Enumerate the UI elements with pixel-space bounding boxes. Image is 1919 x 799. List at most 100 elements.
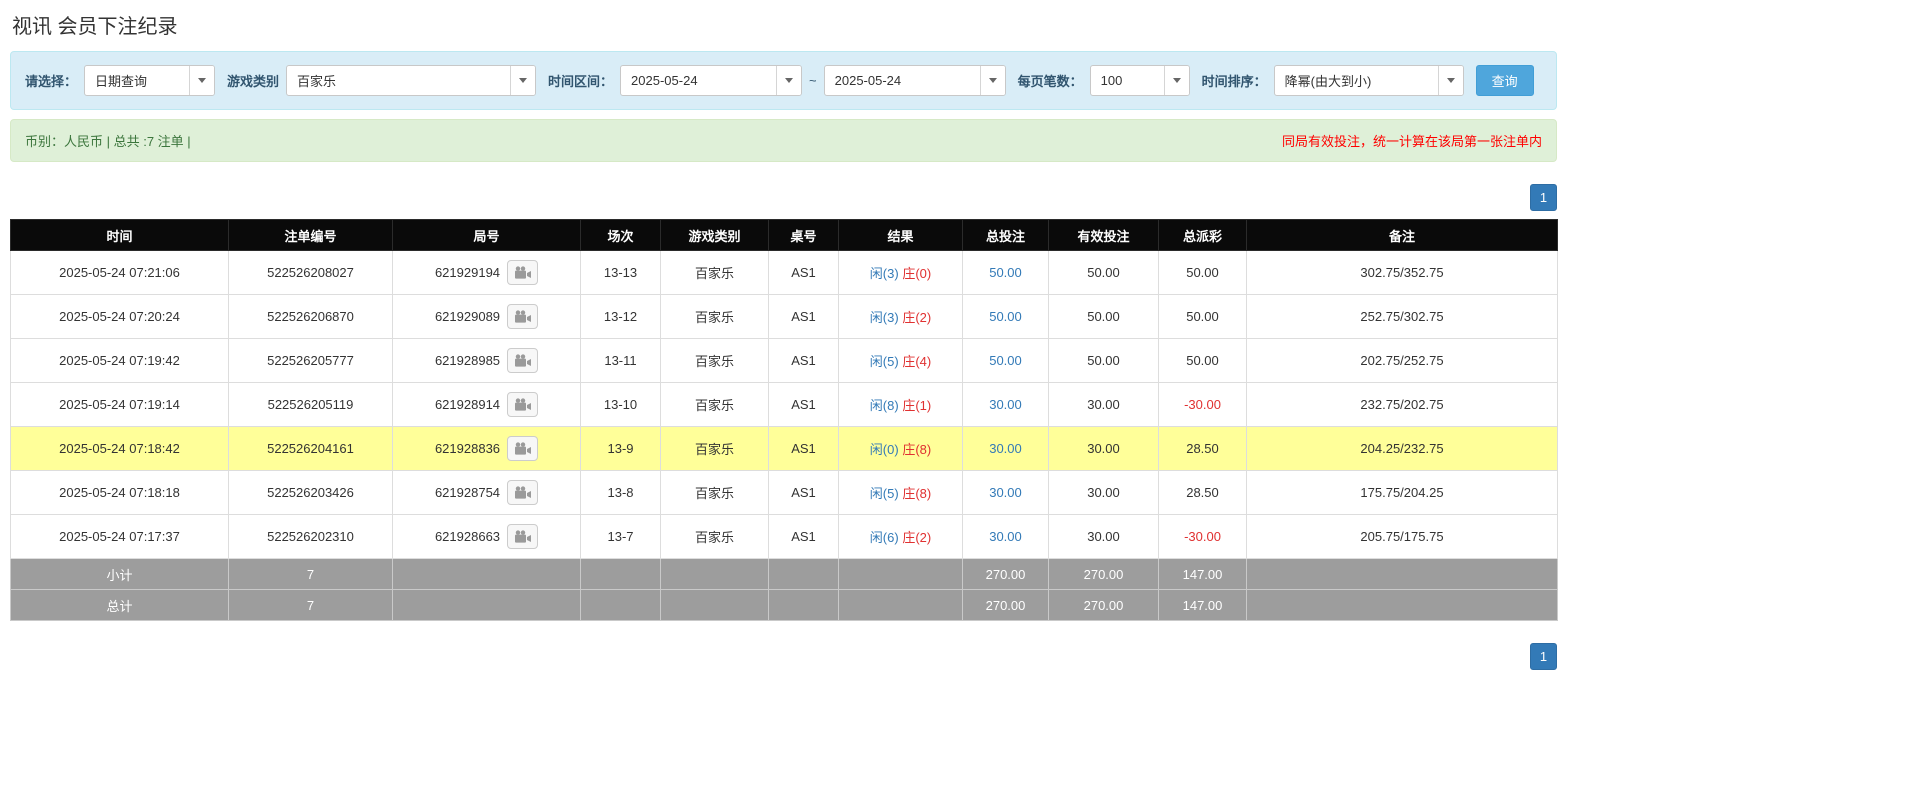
cell-remark: 202.75/252.75 (1246, 338, 1558, 383)
video-camera-icon (514, 442, 531, 455)
chevron-down-icon (189, 66, 215, 95)
filter-group-game: 游戏类别 百家乐 (227, 65, 537, 96)
result-banker: 庄(0) (902, 266, 932, 281)
query-type-select[interactable]: 日期查询 (84, 65, 216, 96)
total-bet-link[interactable]: 50.00 (989, 353, 1022, 368)
cell-payout: 50.00 (1158, 294, 1247, 339)
cell-bet-id: 522526206870 (228, 294, 393, 339)
cell-total-bet: 30.00 (962, 514, 1049, 559)
video-replay-button[interactable] (507, 392, 539, 417)
video-replay-button[interactable] (507, 348, 539, 373)
cell-valid-bet: 30.00 (1048, 382, 1159, 427)
total-bet-link[interactable]: 50.00 (989, 309, 1022, 324)
result-player: 闲(8) (869, 398, 899, 413)
grand-total-payout: 147.00 (1158, 589, 1247, 621)
notice-text: 同局有效投注，统一计算在该局第一张注单内 (1281, 134, 1542, 149)
total-bet-link[interactable]: 30.00 (989, 529, 1022, 544)
grand-total-empty-cell (392, 589, 581, 621)
grand-total-empty-cell (580, 589, 661, 621)
result-banker: 庄(2) (902, 310, 932, 325)
result-banker: 庄(8) (902, 442, 932, 457)
game-type-select[interactable]: 百家乐 (286, 65, 537, 96)
sort-label: 时间排序： (1201, 74, 1267, 89)
result-player: 闲(6) (869, 530, 899, 545)
total-bet-link[interactable]: 30.00 (989, 485, 1022, 500)
subtotal-empty-cell (1246, 558, 1558, 590)
sort-select[interactable]: 降幂(由大到小) (1273, 65, 1464, 96)
per-page-select[interactable]: 100 (1089, 65, 1190, 96)
cell-payout: -30.00 (1158, 382, 1247, 427)
cell-session: 13-8 (580, 470, 661, 515)
game-type-value: 百家乐 (297, 74, 337, 89)
cell-result: 闲(6) 庄(2) (838, 514, 963, 559)
date-to-value: 2025-05-24 (834, 73, 902, 88)
cell-table-no: AS1 (768, 338, 839, 383)
header-round-id: 局号 (392, 219, 581, 251)
cell-payout: 50.00 (1158, 338, 1247, 383)
cell-bet-id: 522526204161 (228, 426, 393, 471)
cell-valid-bet: 50.00 (1048, 338, 1159, 383)
currency-total-summary: 币别：人民币 | 总共 :7 注单 | (25, 134, 191, 149)
cell-remark: 302.75/352.75 (1246, 250, 1558, 295)
grand-total-empty-cell (768, 589, 839, 621)
cell-table-no: AS1 (768, 294, 839, 339)
cell-session: 13-12 (580, 294, 661, 339)
cell-time: 2025-05-24 07:18:18 (10, 470, 229, 515)
date-from-select[interactable]: 2025-05-24 (620, 65, 803, 96)
result-player: 闲(3) (869, 266, 899, 281)
cell-game-type: 百家乐 (660, 514, 769, 559)
page-button-1[interactable]: 1 (1530, 643, 1557, 670)
video-replay-button[interactable] (507, 480, 539, 505)
cell-bet-id: 522526205119 (228, 382, 393, 427)
video-replay-button[interactable] (507, 260, 539, 285)
cell-game-type: 百家乐 (660, 426, 769, 471)
grand-total-empty-cell (838, 589, 963, 621)
cell-bet-id: 522526208027 (228, 250, 393, 295)
cell-game-type: 百家乐 (660, 382, 769, 427)
video-camera-icon (514, 354, 531, 367)
cell-session: 13-7 (580, 514, 661, 559)
subtotal-total-bet: 270.00 (962, 558, 1049, 590)
date-to-select[interactable]: 2025-05-24 (823, 65, 1006, 96)
cell-round-id: 621928663 (392, 514, 581, 559)
result-player: 闲(0) (869, 442, 899, 457)
header-bet-id: 注单编号 (228, 219, 393, 251)
total-bet-link[interactable]: 50.00 (989, 265, 1022, 280)
video-replay-button[interactable] (507, 524, 539, 549)
cell-session: 13-11 (580, 338, 661, 383)
cell-time: 2025-05-24 07:17:37 (10, 514, 229, 559)
result-player: 闲(5) (869, 354, 899, 369)
cell-round-id: 621928836 (392, 426, 581, 471)
cell-table-no: AS1 (768, 382, 839, 427)
total-bet-link[interactable]: 30.00 (989, 441, 1022, 456)
video-replay-button[interactable] (507, 304, 539, 329)
subtotal-empty-cell (580, 558, 661, 590)
cell-round-id: 621929194 (392, 250, 581, 295)
cell-total-bet: 30.00 (962, 470, 1049, 515)
cell-time: 2025-05-24 07:19:42 (10, 338, 229, 383)
cell-payout: -30.00 (1158, 514, 1247, 559)
chevron-down-icon (979, 66, 1005, 95)
search-button[interactable]: 查询 (1475, 65, 1534, 96)
cell-result: 闲(3) 庄(0) (838, 250, 963, 295)
cell-game-type: 百家乐 (660, 470, 769, 515)
header-remark: 备注 (1246, 219, 1558, 251)
pagination-bottom: 1 (10, 643, 1557, 670)
cell-valid-bet: 30.00 (1048, 514, 1159, 559)
result-banker: 庄(8) (902, 486, 932, 501)
grand-total-empty-cell (660, 589, 769, 621)
cell-result: 闲(5) 庄(4) (838, 338, 963, 383)
cell-result: 闲(5) 庄(8) (838, 470, 963, 515)
subtotal-empty-cell (660, 558, 769, 590)
round-id-text: 621928985 (434, 353, 501, 368)
total-bet-link[interactable]: 30.00 (989, 397, 1022, 412)
cell-remark: 252.75/302.75 (1246, 294, 1558, 339)
video-replay-button[interactable] (507, 436, 539, 461)
cell-payout: 50.00 (1158, 250, 1247, 295)
cell-game-type: 百家乐 (660, 338, 769, 383)
video-camera-icon (514, 266, 531, 279)
cell-result: 闲(8) 庄(1) (838, 382, 963, 427)
cell-result: 闲(3) 庄(2) (838, 294, 963, 339)
subtotal-payout: 147.00 (1158, 558, 1247, 590)
page-button-1[interactable]: 1 (1530, 184, 1557, 211)
